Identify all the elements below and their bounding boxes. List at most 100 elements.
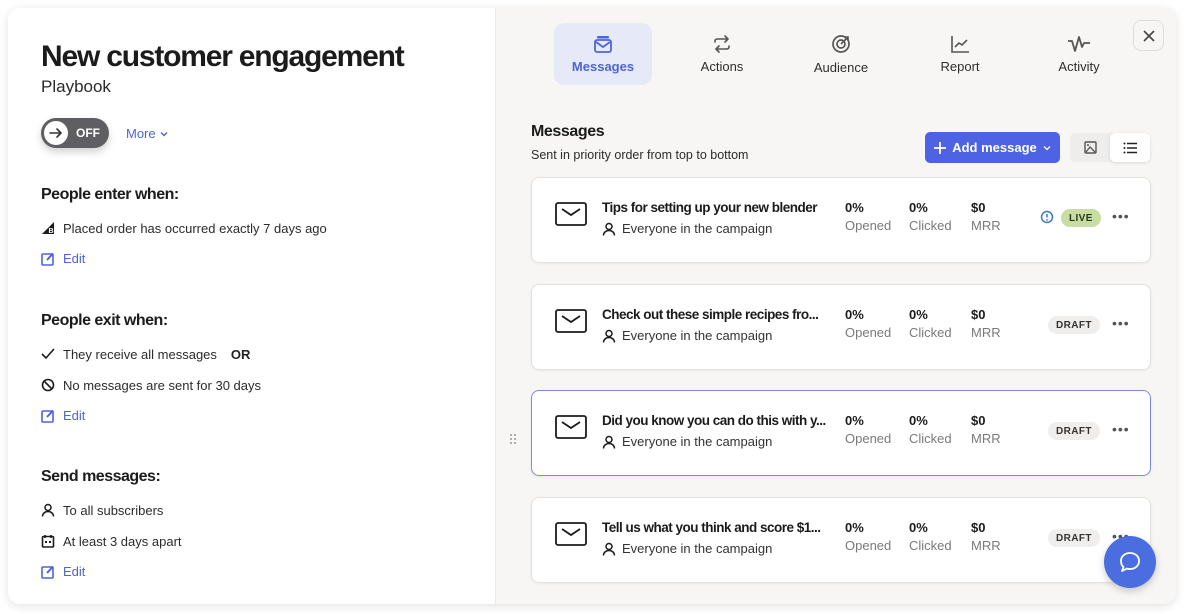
mrr-stat: $0 MRR [971,200,1001,233]
message-audience: Everyone in the campaign [602,328,772,343]
messages-pane: Messages Actions Audience Report Activit… [497,8,1176,604]
send-rule: At least 3 days apart [41,533,182,549]
info-icon[interactable] [1040,210,1054,229]
clicked-stat: 0% Clicked [909,200,952,233]
messages-heading: Messages [531,123,605,140]
chart-icon [951,35,969,53]
opened-stat: 0% Opened [845,520,892,553]
plus-icon [934,141,947,154]
exit-edit-link[interactable]: Edit [41,408,261,423]
close-button[interactable] [1133,20,1164,51]
exit-heading: People exit when: [41,312,168,329]
image-icon [1083,141,1097,154]
page-subtitle: Playbook [41,77,111,96]
list-view-button[interactable] [1110,133,1150,162]
inbox-icon [594,35,612,53]
more-options-icon[interactable]: ••• [1112,315,1130,331]
envelope-icon [555,522,587,551]
enter-section: People enter when: B Placed order has oc… [41,186,327,266]
message-title: Tips for setting up your new blender [602,200,818,215]
playbook-sidebar: New customer engagement Playbook OFF Mor… [8,8,496,604]
clicked-stat: 0% Clicked [909,520,952,553]
chevron-down-icon [160,131,168,136]
toggle-label: OFF [76,126,100,140]
more-label: More [126,126,156,141]
enter-edit-link[interactable]: Edit [41,251,327,266]
exit-condition: They receive all messages OR [41,346,261,362]
send-section: Send messages: To all subscribers At lea… [41,468,182,579]
svg-text:B: B [49,228,54,235]
pulse-icon [1068,35,1090,52]
clicked-stat: 0% Clicked [909,413,952,446]
calendar-icon [41,534,55,548]
edit-icon [41,565,54,579]
message-card[interactable]: Tell us what you think and score $1... E… [531,497,1151,583]
mrr-stat: $0 MRR [971,413,1001,446]
bigcommerce-icon: B [41,221,55,235]
send-edit-link[interactable]: Edit [41,564,182,579]
opened-stat: 0% Opened [845,413,892,446]
message-title: Check out these simple recipes fro... [602,307,819,322]
status-badge: DRAFT [1048,422,1100,440]
prohibited-icon [41,378,55,392]
add-message-button[interactable]: Add message [925,132,1060,163]
repeat-icon [714,34,730,53]
mrr-stat: $0 MRR [971,307,1001,340]
page-title: New customer engagement [41,40,405,73]
send-rule: To all subscribers [41,502,182,518]
preview-view-button[interactable] [1070,133,1110,162]
person-icon [602,222,616,236]
close-icon [1142,29,1155,42]
view-toggle [1070,133,1150,162]
status-badge: LIVE [1061,209,1101,227]
tab-report[interactable]: Report [911,23,1009,85]
clicked-stat: 0% Clicked [909,307,952,340]
more-options-icon[interactable]: ••• [1112,421,1130,437]
message-card[interactable]: Tips for setting up your new blender Eve… [531,177,1151,263]
person-icon [41,503,55,517]
message-audience: Everyone in the campaign [602,221,772,236]
message-card[interactable]: Check out these simple recipes fro... Ev… [531,284,1151,370]
tab-messages[interactable]: Messages [554,23,652,85]
message-card[interactable]: Did you know you can do this with y... E… [531,390,1151,476]
more-dropdown[interactable]: More [126,126,168,141]
envelope-icon [555,202,587,231]
status-badge: DRAFT [1048,529,1100,547]
enter-heading: People enter when: [41,186,179,203]
status-badge: DRAFT [1048,316,1100,334]
tab-bar: Messages Actions Audience Report Activit… [554,23,1128,85]
message-audience: Everyone in the campaign [602,541,772,556]
message-title: Tell us what you think and score $1... [602,520,821,535]
list-icon [1123,142,1137,153]
drag-handle-icon[interactable] [509,432,517,450]
person-icon [602,435,616,449]
more-options-icon[interactable]: ••• [1112,208,1130,224]
tab-audience[interactable]: Audience [792,23,890,85]
playbook-window: New customer engagement Playbook OFF Mor… [8,8,1176,604]
person-icon [602,542,616,556]
opened-stat: 0% Opened [845,307,892,340]
or-label: OR [230,346,251,362]
chevron-down-icon [1043,145,1051,150]
exit-condition: No messages are sent for 30 days [41,377,261,393]
edit-icon [41,252,54,266]
message-title: Did you know you can do this with y... [602,413,826,428]
arrow-right-icon [44,121,68,145]
person-icon [602,329,616,343]
message-audience: Everyone in the campaign [602,434,772,449]
enter-condition: B Placed order has occurred exactly 7 da… [41,220,327,236]
opened-stat: 0% Opened [845,200,892,233]
mrr-stat: $0 MRR [971,520,1001,553]
chat-bubble-icon [1120,552,1140,572]
chat-launcher-button[interactable] [1104,536,1156,588]
tab-actions[interactable]: Actions [673,23,771,85]
tab-activity[interactable]: Activity [1030,23,1128,85]
playbook-status-toggle[interactable]: OFF [41,118,109,148]
envelope-icon [555,415,587,444]
check-icon [41,347,55,361]
target-icon [832,34,850,53]
edit-icon [41,409,54,423]
exit-section: People exit when: They receive all messa… [41,312,261,423]
envelope-icon [555,309,587,338]
send-heading: Send messages: [41,468,161,485]
